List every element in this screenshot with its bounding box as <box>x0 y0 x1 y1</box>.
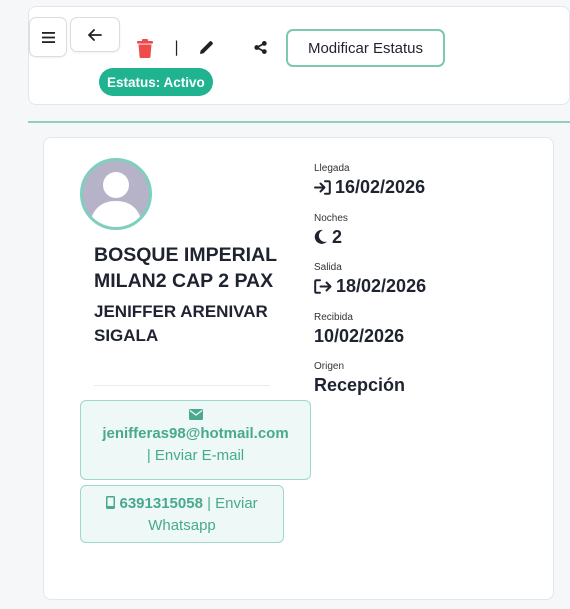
departure-date: 18/02/2026 <box>336 276 427 296</box>
phone-number[interactable]: 6391315058 <box>119 495 202 512</box>
share-icon <box>253 40 267 54</box>
toolbar-card: | Modificar Estatus Estatus: Activo <box>28 6 570 105</box>
origin-value: Recepción <box>314 375 406 395</box>
sign-in-icon <box>314 179 331 195</box>
nights-label: Noches <box>314 212 348 224</box>
whatsapp-contact[interactable]: 6391315058 | Enviar Whatsapp <box>80 485 284 543</box>
send-email-link[interactable]: | Enviar E-mail <box>81 445 310 467</box>
received-detail: Recibida 10/02/2026 <box>314 311 426 361</box>
guest-name: JENIFFER ARENIVAR SIGALA <box>94 302 268 345</box>
pencil-icon <box>199 40 213 54</box>
origin-detail: Origen Recepción <box>314 360 426 410</box>
email-contact[interactable]: jenifferas98@hotmail.com | Enviar E-mail <box>80 400 311 480</box>
modify-status-button[interactable]: Modificar Estatus <box>286 29 445 67</box>
guest-info: BOSQUE IMPERIAL MILAN2 CAP 2 PAX JENIFFE… <box>94 242 284 348</box>
hamburger-menu-icon <box>41 31 55 43</box>
arrival-detail: Llegada 16/02/2026 <box>314 162 426 212</box>
toolbar-separator: | <box>174 38 180 56</box>
trash-icon <box>137 38 153 58</box>
departure-detail: Salida 18/02/2026 <box>314 261 426 311</box>
section-divider <box>28 121 570 123</box>
avatar <box>80 158 152 230</box>
share-button[interactable] <box>251 38 269 56</box>
received-date: 10/02/2026 <box>314 325 405 346</box>
reservation-card: BOSQUE IMPERIAL MILAN2 CAP 2 PAX JENIFFE… <box>43 137 554 600</box>
arrival-label: Llegada <box>314 163 350 174</box>
delete-button[interactable] <box>135 37 155 59</box>
arrow-left-icon <box>88 28 102 41</box>
back-button[interactable] <box>70 17 120 52</box>
nights-count: 2 <box>332 226 343 247</box>
moon-icon <box>314 229 327 244</box>
received-label: Recibida <box>314 311 353 323</box>
mobile-phone-icon <box>106 496 116 509</box>
sign-out-icon <box>314 278 332 294</box>
departure-label: Salida <box>314 262 342 273</box>
status-badge: Estatus: Activo <box>99 68 213 96</box>
arrival-date: 16/02/2026 <box>335 177 426 197</box>
menu-button[interactable] <box>29 17 67 57</box>
room-name: BOSQUE IMPERIAL MILAN2 CAP 2 PAX <box>94 244 277 292</box>
reservation-details: Llegada 16/02/2026 Noches 2 Salida 18/02… <box>314 162 426 410</box>
email-address[interactable]: jenifferas98@hotmail.com <box>81 423 310 445</box>
user-silhouette-icon <box>89 172 143 227</box>
origin-label: Origen <box>314 361 345 372</box>
edit-button[interactable] <box>197 38 215 56</box>
envelope-icon <box>188 409 203 420</box>
nights-detail: Noches 2 <box>314 212 426 262</box>
info-separator <box>94 385 270 386</box>
